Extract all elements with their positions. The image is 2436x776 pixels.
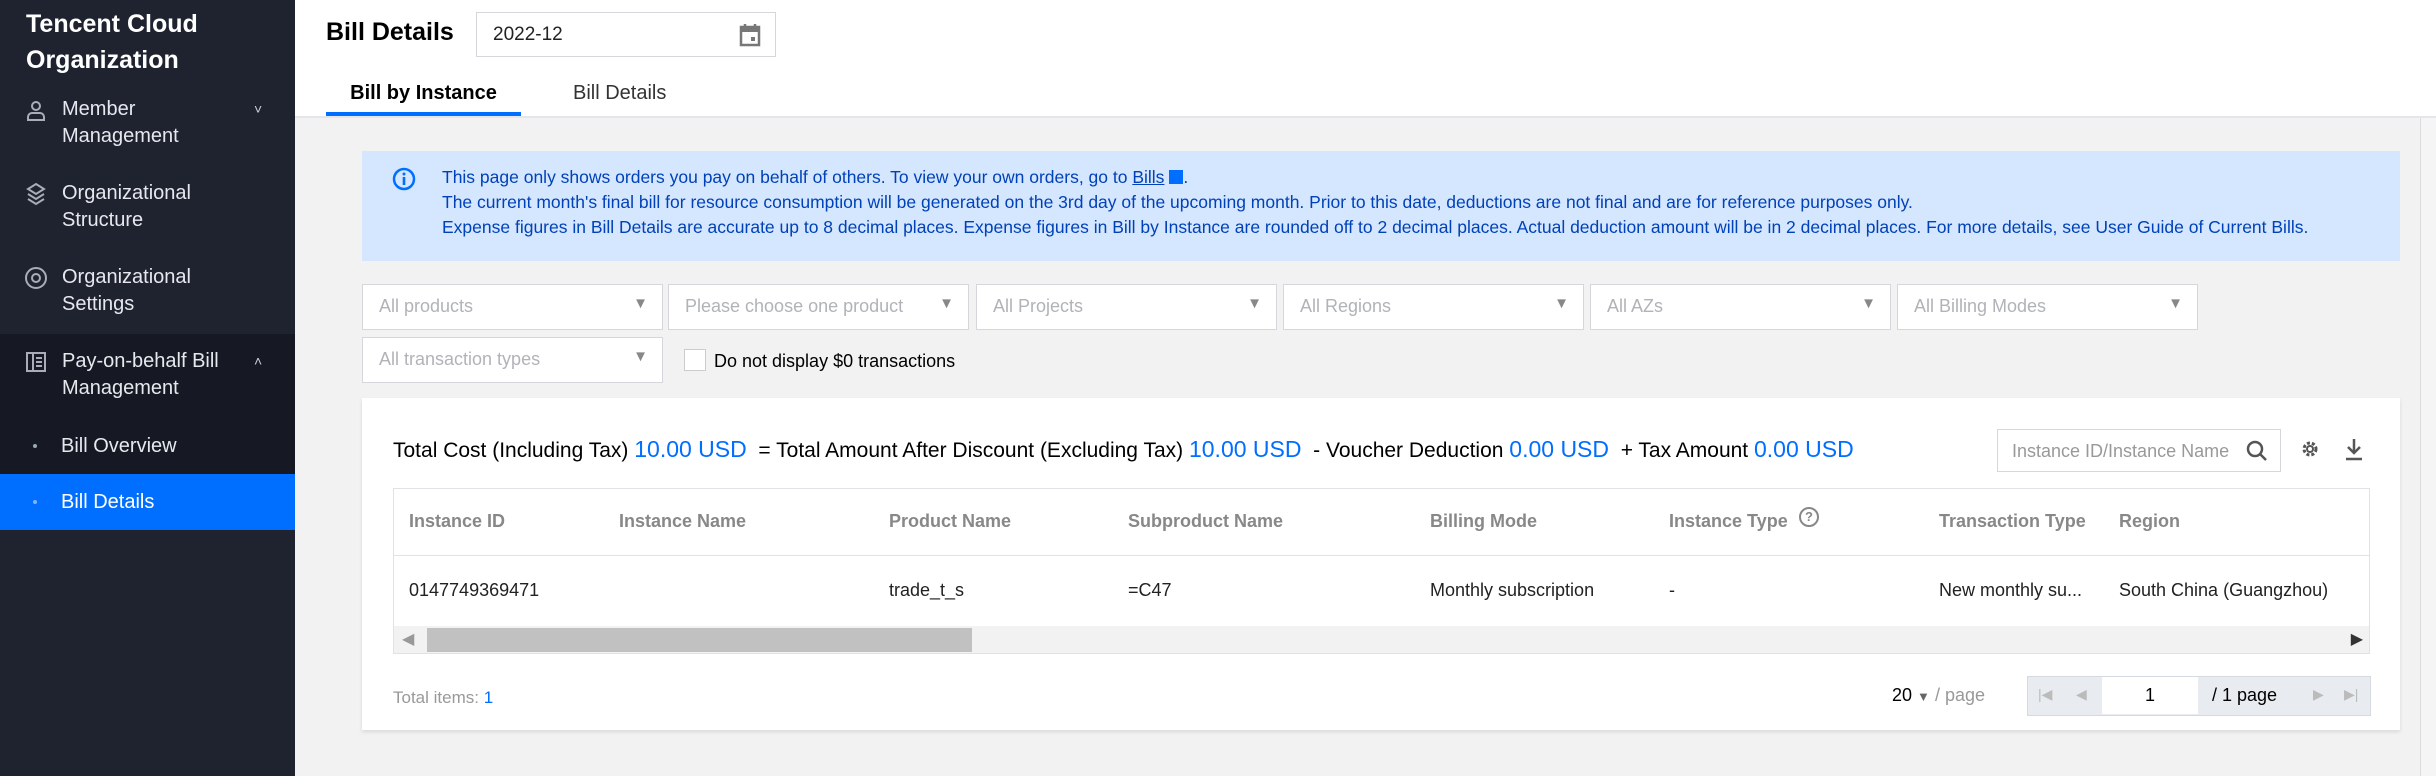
sidebar-item-bill-overview[interactable]: Bill Overview (0, 418, 295, 474)
external-link-icon[interactable] (1169, 170, 1184, 184)
filter-select[interactable]: All Regions ▼ (1283, 284, 1584, 330)
table-cell: South China (Guangzhou) (2119, 580, 2329, 600)
table-cell: 0147749369471 (409, 580, 540, 600)
scroll-right-icon[interactable]: ▶ (2351, 629, 2363, 649)
info-notice: This page only shows orders you pay on b… (362, 151, 2400, 261)
scrollbar-thumb[interactable] (427, 628, 972, 652)
column-header: Product Name (889, 511, 1012, 531)
tab-bill-details[interactable]: Bill Details (573, 82, 666, 105)
caret-down-icon: ▼ (633, 348, 648, 365)
zero-transactions-checkbox[interactable] (684, 349, 706, 371)
prev-page-icon[interactable]: ◀ (2076, 686, 2087, 703)
caret-down-icon: ▼ (939, 295, 954, 312)
filter-select[interactable]: All transaction types ▼ (362, 337, 663, 383)
filter-select[interactable]: All Projects ▼ (976, 284, 1277, 330)
total-items: Total items: 1 (393, 688, 494, 707)
bullet-icon (33, 444, 37, 448)
page-number-input[interactable]: 1 (2102, 677, 2198, 714)
scroll-left-icon[interactable]: ◀ (402, 629, 414, 649)
sidebar-title: Tencent Cloud Organization (26, 10, 198, 74)
table-row: 0147749369471 trade_t_s =C47 Monthly subscr… (394, 556, 2369, 626)
table-cell: =C47 (1128, 580, 1172, 600)
column-header: Billing Mode (1430, 511, 1537, 531)
table-cell: - (1669, 580, 1675, 600)
cost-summary: Total Cost (Including Tax) 10.00 USD = T… (393, 436, 1854, 462)
structure-icon (26, 182, 46, 206)
column-header: Instance Name (619, 511, 747, 531)
filter-select[interactable]: All Billing Modes ▼ (1897, 284, 2198, 330)
page-total: / 1 page (2212, 685, 2278, 705)
help-icon[interactable]: ? (1799, 507, 1819, 527)
active-tab-indicator (326, 112, 521, 116)
chevron-up-icon: ˄ (254, 353, 263, 369)
caret-down-icon: ▼ (1861, 295, 1876, 312)
next-page-icon[interactable]: ▶ (2313, 686, 2324, 703)
download-icon[interactable] (2344, 437, 2364, 461)
caret-down-icon: ▼ (1554, 295, 1569, 312)
filter-select[interactable]: Please choose one product ▼ (668, 284, 969, 330)
sidebar-item-organizational-structure[interactable]: Organizational Structure (0, 180, 295, 260)
page-scrollbar[interactable] (2420, 118, 2436, 776)
column-header: Subproduct Name (1128, 511, 1284, 531)
tax-amount: 0.00 USD (1753, 436, 1854, 462)
zero-transactions-label: Do not display $0 transactions (714, 351, 956, 371)
last-page-icon[interactable]: ▶| (2344, 686, 2358, 703)
user-icon (27, 101, 45, 121)
month-picker[interactable]: 2022-12 (476, 12, 776, 57)
sidebar-item-organizational-settings[interactable]: Organizational Settings (0, 264, 295, 344)
instance-table: Instance ID Instance Name Product Name Subp… (393, 488, 2370, 654)
filter-select[interactable]: All AZs ▼ (1590, 284, 1891, 330)
column-header: Instance ID (409, 511, 506, 531)
bullet-icon (33, 500, 37, 504)
sidebar-item-member-management[interactable]: Member Management ˅ (0, 96, 295, 176)
instance-search-input[interactable]: Instance ID/Instance Name (1997, 429, 2281, 472)
tab-bill-by-instance[interactable]: Bill by Instance (326, 82, 521, 118)
caret-down-icon: ▼ (633, 295, 648, 312)
sidebar-item-pay-on-behalf-bill-management[interactable]: Pay-on-behalf Bill Management ˄ (0, 348, 295, 428)
page-size-select[interactable]: 20 ▼ / page (1892, 685, 1985, 706)
table-cell: Monthly subscription (1430, 580, 1595, 600)
total-cost: 10.00 USD (634, 436, 747, 462)
voucher-deduction: 0.00 USD (1509, 436, 1610, 462)
bill-card: Total Cost (Including Tax) 10.00 USD = T… (362, 398, 2400, 730)
settings-icon (25, 267, 47, 289)
pagination: |◀ ◀ 1 / 1 page ▶ ▶| (2027, 676, 2371, 716)
column-header: Region (2119, 511, 2180, 531)
bill-icon (26, 352, 46, 372)
table-body: 0147749369471 trade_t_s =C47 Monthly subscr… (394, 556, 2369, 626)
caret-down-icon: ▼ (2168, 295, 2183, 312)
page-header: Bill Details 2022-12 Bill by Instance Bi… (295, 0, 2436, 118)
table-cell: trade_t_s (889, 580, 965, 600)
column-header: Transaction Type (1939, 511, 2086, 531)
bills-link[interactable]: Bills (1132, 167, 1164, 187)
calendar-icon (739, 24, 761, 47)
gear-icon[interactable] (2299, 438, 2321, 460)
filter-select[interactable]: All products ▼ (362, 284, 663, 330)
chevron-down-icon: ˅ (254, 101, 263, 117)
sidebar: Tencent Cloud Organization Member Manage… (0, 0, 295, 776)
page-title: Bill Details (326, 18, 454, 46)
search-icon[interactable] (2246, 440, 2268, 462)
table-header: Instance ID Instance Name Product Name Subp… (394, 489, 2369, 556)
horizontal-scrollbar[interactable]: ◀ ▶ (394, 626, 2369, 653)
sidebar-item-bill-details[interactable]: Bill Details (0, 474, 295, 530)
info-icon (392, 167, 416, 191)
caret-down-icon: ▼ (1247, 295, 1262, 312)
after-discount-amount: 10.00 USD (1188, 436, 1302, 462)
column-header: Instance Type (1669, 511, 1788, 531)
table-cell: New monthly su... (1939, 580, 2083, 600)
caret-down-icon: ▼ (1917, 689, 1930, 704)
first-page-icon[interactable]: |◀ (2038, 686, 2052, 703)
